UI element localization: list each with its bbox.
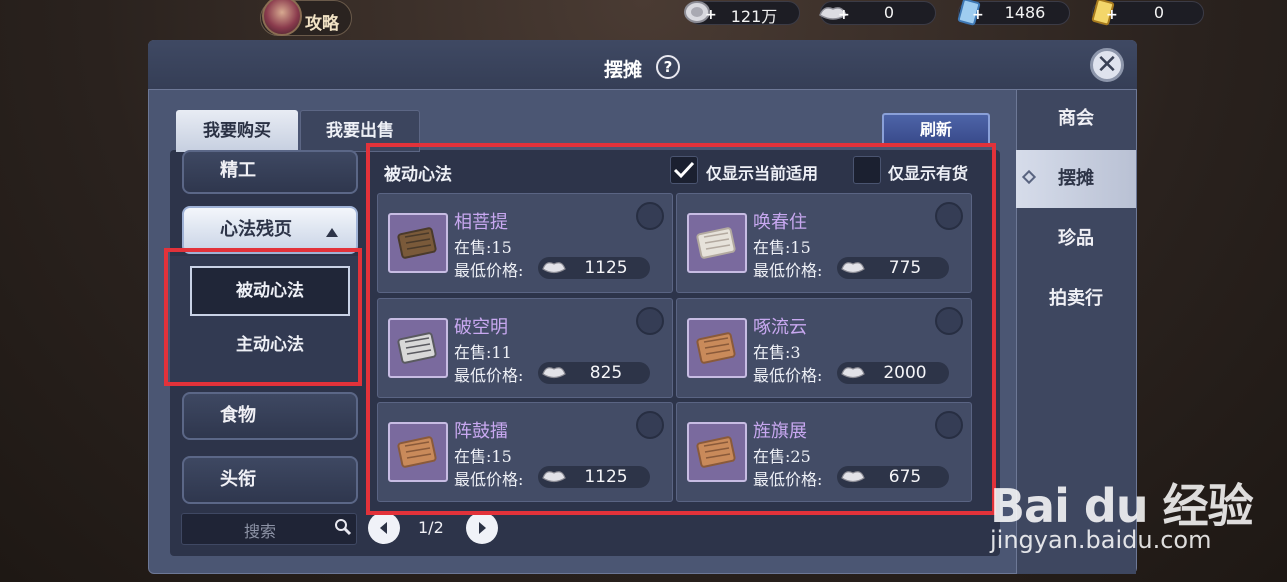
- add-icon[interactable]: +: [972, 7, 984, 23]
- add-icon[interactable]: +: [1106, 7, 1118, 23]
- watermark-url: jingyan.baidu.com: [990, 526, 1212, 554]
- chevron-left-icon: [380, 522, 387, 534]
- currency-value: 0: [1153, 3, 1165, 22]
- next-page-button[interactable]: [466, 512, 498, 544]
- currency-value: 1486: [1004, 3, 1046, 22]
- search-placeholder: 搜索: [244, 522, 277, 541]
- panel-title: 摆摊: [604, 59, 643, 81]
- category-item[interactable]: 精工: [182, 150, 358, 194]
- currency-value: 121万: [730, 7, 778, 26]
- guide-label[interactable]: 攻略: [305, 9, 339, 34]
- refresh-button[interactable]: 刷新: [882, 113, 990, 147]
- tab-treasures[interactable]: 珍品: [1016, 210, 1136, 268]
- add-icon[interactable]: +: [838, 7, 850, 23]
- category-item[interactable]: 食物: [182, 392, 358, 440]
- add-icon[interactable]: +: [705, 7, 717, 23]
- collapse-arrow-icon[interactable]: [326, 228, 338, 237]
- help-icon[interactable]: ?: [656, 55, 680, 79]
- page-indicator: 1/2: [418, 518, 444, 537]
- category-item[interactable]: 头衔: [182, 456, 358, 504]
- highlight-frame-listing: [366, 143, 996, 515]
- tab-auction-house[interactable]: 拍卖行: [1016, 270, 1136, 328]
- panel-header: [148, 40, 1137, 90]
- search-icon[interactable]: [334, 518, 352, 536]
- prev-page-button[interactable]: [368, 512, 400, 544]
- tab-buy[interactable]: 我要购买: [176, 110, 298, 152]
- close-icon[interactable]: ✕: [1090, 48, 1124, 82]
- chevron-right-icon: [479, 522, 486, 534]
- highlight-frame-subcategories: [164, 248, 362, 386]
- currency-value: 0: [883, 3, 895, 22]
- tab-chamber-of-commerce[interactable]: 商会: [1016, 90, 1136, 148]
